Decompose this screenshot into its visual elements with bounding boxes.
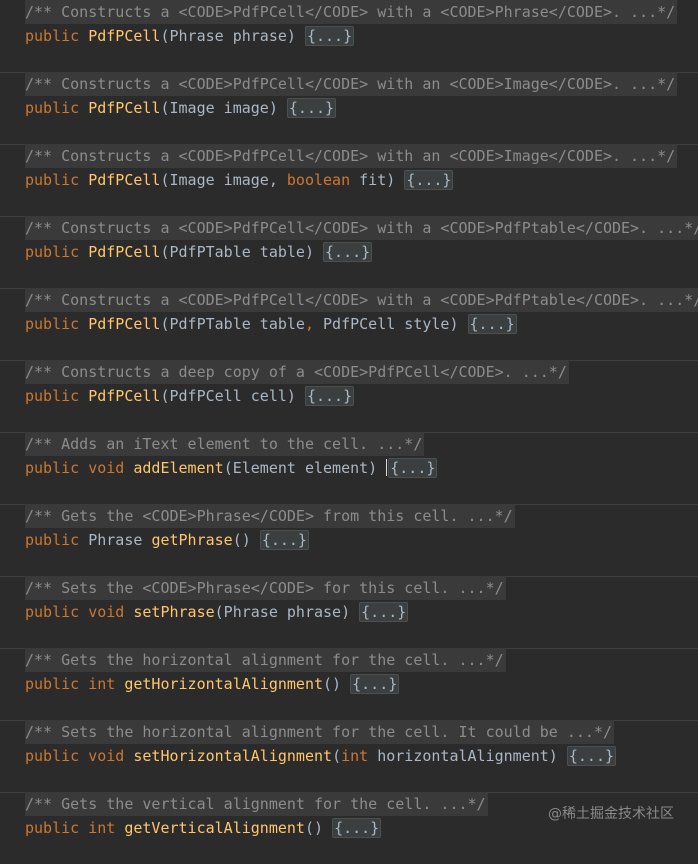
folded-body[interactable]: {...}: [286, 98, 337, 118]
method-name[interactable]: PdfPCell: [88, 171, 160, 189]
method-name[interactable]: getPhrase: [151, 531, 232, 549]
parameters: (): [323, 675, 351, 693]
keyword: public: [25, 387, 89, 405]
javadoc-comment[interactable]: /** Constructs a <CODE>PdfPCell</CODE> w…: [25, 288, 698, 312]
parameters: (Element element): [223, 459, 387, 477]
method-name[interactable]: PdfPCell: [88, 243, 160, 261]
javadoc-comment[interactable]: /** Constructs a <CODE>PdfPCell</CODE> w…: [25, 0, 678, 24]
javadoc-comment[interactable]: /** Sets the horizontal alignment for th…: [25, 720, 614, 744]
parameters: fit): [350, 171, 405, 189]
method-block: /** Sets the <CODE>Phrase</CODE> for thi…: [0, 576, 698, 648]
method-signature[interactable]: public PdfPCell(PdfPTable table, PdfPCel…: [25, 312, 517, 336]
javadoc-comment[interactable]: /** Adds an iText element to the cell. .…: [25, 432, 425, 456]
keyword: public void: [25, 747, 134, 765]
keyword: public void: [25, 459, 134, 477]
method-signature[interactable]: public int getVerticalAlignment() {...}: [25, 816, 382, 840]
keyword: boolean: [286, 171, 351, 189]
method-block: /** Constructs a <CODE>PdfPCell</CODE> w…: [0, 0, 698, 72]
method-name[interactable]: PdfPCell: [88, 315, 160, 333]
parameters: (PdfPTable table): [160, 243, 324, 261]
parameters: PdfPCell style): [314, 315, 468, 333]
method-block: /** Gets the horizontal alignment for th…: [0, 648, 698, 720]
folded-body[interactable]: {...}: [304, 26, 355, 46]
method-block: /** Sets the horizontal alignment for th…: [0, 720, 698, 792]
keyword: public: [25, 531, 89, 549]
method-block: /** Adds an iText element to the cell. .…: [0, 432, 698, 504]
method-block: /** Constructs a <CODE>PdfPCell</CODE> w…: [0, 288, 698, 360]
method-signature[interactable]: public PdfPCell(PdfPCell cell) {...}: [25, 384, 355, 408]
parameters: (): [304, 819, 333, 837]
watermark: @稀土掘金技术社区: [548, 806, 674, 822]
method-signature[interactable]: public int getHorizontalAlignment() {...…: [25, 672, 400, 696]
folded-body[interactable]: {...}: [350, 674, 400, 694]
keyword: public: [25, 315, 89, 333]
javadoc-comment[interactable]: /** Constructs a <CODE>PdfPCell</CODE> w…: [25, 216, 698, 240]
folded-body[interactable]: {...}: [332, 818, 382, 838]
method-signature[interactable]: public PdfPCell(Phrase phrase) {...}: [25, 24, 355, 48]
method-signature[interactable]: public PdfPCell(Image image, boolean fit…: [25, 168, 454, 192]
method-name[interactable]: PdfPCell: [88, 27, 160, 45]
parameters: (Phrase phrase): [160, 27, 305, 45]
method-block: /** Constructs a deep copy of a <CODE>Pd…: [0, 360, 698, 432]
parameters: (Image image): [160, 99, 287, 117]
parameters: horizontalAlignment): [368, 747, 567, 765]
method-name[interactable]: PdfPCell: [88, 99, 160, 117]
method-signature[interactable]: public Phrase getPhrase() {...}: [25, 528, 309, 552]
method-block: /** Constructs a <CODE>PdfPCell</CODE> w…: [0, 216, 698, 288]
method-name[interactable]: addElement: [133, 459, 223, 477]
method-name[interactable]: PdfPCell: [88, 387, 160, 405]
method-name[interactable]: getVerticalAlignment: [124, 819, 305, 837]
method-signature[interactable]: public void setHorizontalAlignment(int h…: [25, 744, 617, 768]
keyword: public: [25, 243, 89, 261]
folded-body[interactable]: {...}: [304, 386, 355, 406]
keyword: public: [25, 99, 89, 117]
parameters: (PdfPCell cell): [160, 387, 305, 405]
javadoc-comment[interactable]: /** Sets the <CODE>Phrase</CODE> for thi…: [25, 576, 506, 600]
folded-body[interactable]: {...}: [566, 746, 617, 766]
method-signature[interactable]: public void addElement(Element element) …: [25, 456, 438, 480]
javadoc-comment[interactable]: /** Gets the vertical alignment for the …: [25, 792, 488, 816]
parameters: (PdfPTable table: [160, 315, 305, 333]
method-block: /** Gets the <CODE>Phrase</CODE> from th…: [0, 504, 698, 576]
folded-body[interactable]: {...}: [404, 170, 454, 190]
method-signature[interactable]: public PdfPCell(Image image) {...}: [25, 96, 337, 120]
folded-body[interactable]: {...}: [359, 602, 409, 622]
parameters: (: [332, 747, 342, 765]
method-signature[interactable]: public void setPhrase(Phrase phrase) {..…: [25, 600, 409, 624]
folded-body[interactable]: {...}: [388, 458, 438, 478]
folded-body[interactable]: {...}: [323, 242, 373, 262]
keyword: int: [341, 747, 369, 765]
keyword: public void: [25, 603, 134, 621]
javadoc-comment[interactable]: /** Gets the horizontal alignment for th…: [25, 648, 506, 672]
keyword: public: [25, 27, 89, 45]
javadoc-comment[interactable]: /** Constructs a <CODE>PdfPCell</CODE> w…: [25, 72, 678, 96]
method-name[interactable]: setPhrase: [133, 603, 214, 621]
method-signature[interactable]: public PdfPCell(PdfPTable table) {...}: [25, 240, 373, 264]
parameters: (Phrase phrase): [214, 603, 360, 621]
method-block: /** Constructs a <CODE>PdfPCell</CODE> w…: [0, 72, 698, 144]
comma: ,: [304, 315, 314, 333]
method-name[interactable]: getHorizontalAlignment: [124, 675, 323, 693]
method-name[interactable]: setHorizontalAlignment: [133, 747, 332, 765]
parameters: (): [232, 531, 260, 549]
keyword: public int: [25, 819, 125, 837]
keyword: public int: [25, 675, 125, 693]
keyword: public: [25, 171, 89, 189]
parameters: (Image image,: [160, 171, 287, 189]
javadoc-comment[interactable]: /** Constructs a <CODE>PdfPCell</CODE> w…: [25, 144, 678, 168]
folded-body[interactable]: {...}: [467, 314, 517, 334]
javadoc-comment[interactable]: /** Constructs a deep copy of a <CODE>Pd…: [25, 360, 569, 384]
javadoc-comment[interactable]: /** Gets the <CODE>Phrase</CODE> from th…: [25, 504, 515, 528]
folded-body[interactable]: {...}: [259, 530, 309, 550]
method-block: /** Constructs a <CODE>PdfPCell</CODE> w…: [0, 144, 698, 216]
return-type: Phrase: [88, 531, 152, 549]
